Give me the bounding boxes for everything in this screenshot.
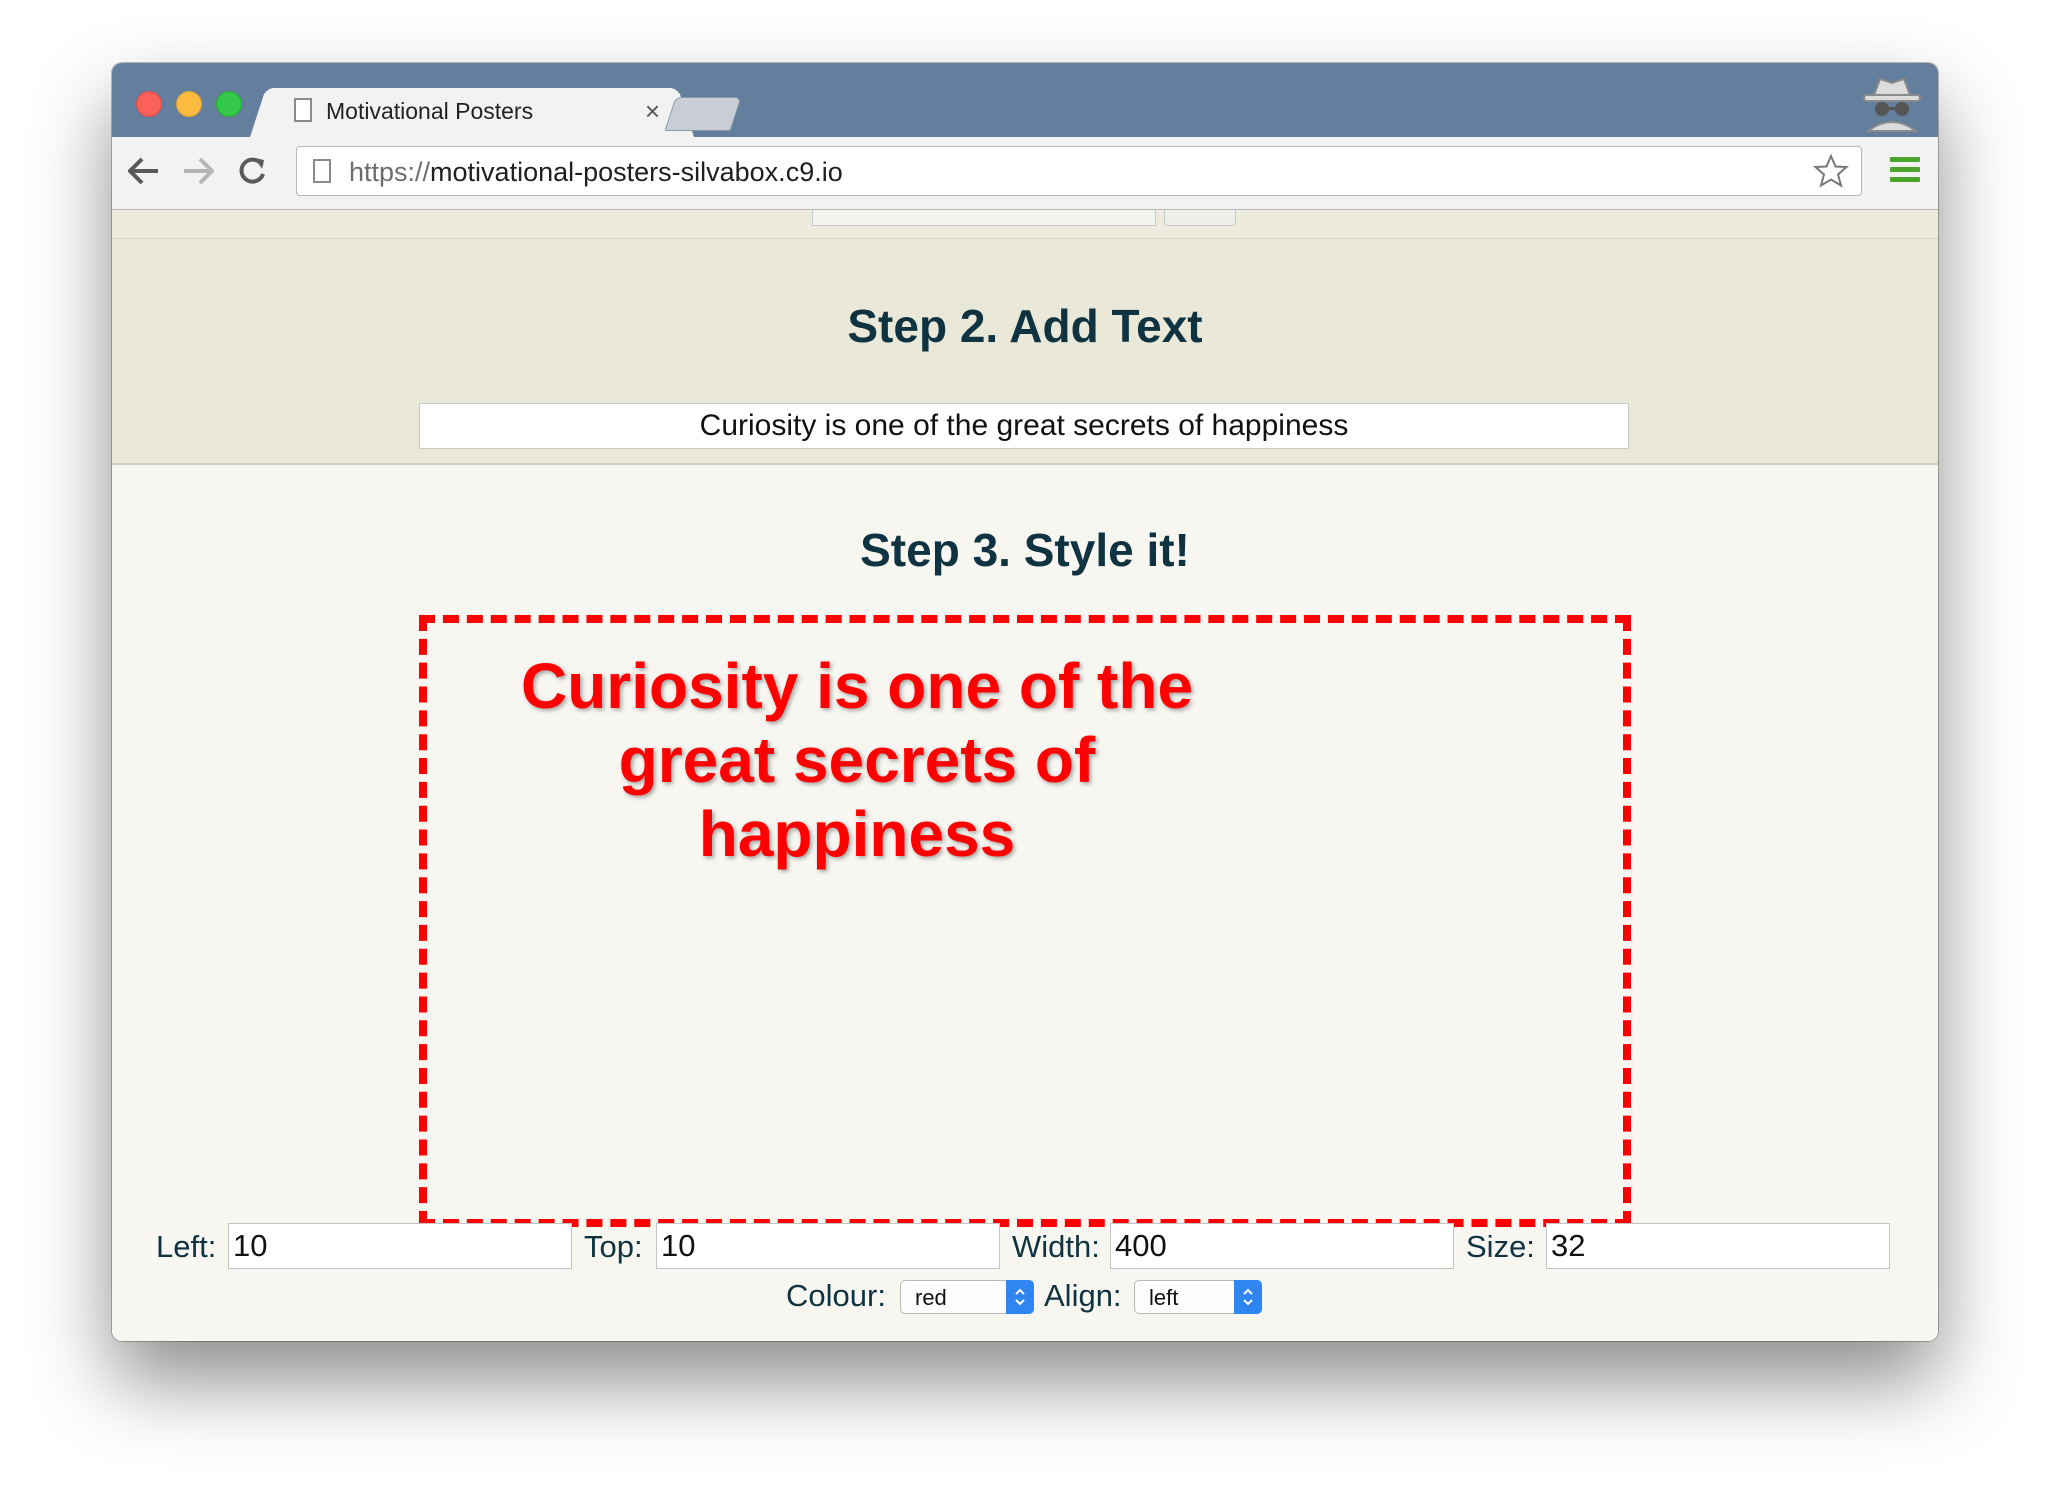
incognito-icon bbox=[1863, 77, 1921, 132]
tab-title: Motivational Posters bbox=[326, 98, 534, 124]
position-controls: Left: Top: Width: Size: bbox=[112, 1223, 1938, 1273]
maximize-window-button[interactable] bbox=[216, 91, 242, 117]
step2-heading: Step 2. Add Text bbox=[847, 300, 1203, 352]
select-arrows-icon bbox=[1006, 1280, 1034, 1314]
poster-text[interactable]: Curiosity is one of the great secrets of… bbox=[507, 649, 1207, 871]
page-icon bbox=[294, 98, 312, 122]
url-host: motivational-posters-silvabox.c9.io bbox=[430, 157, 843, 187]
page-content: Step 2. Add Text Step 3. Style it! Curio… bbox=[112, 210, 1938, 1341]
poster-preview: Curiosity is one of the great secrets of… bbox=[419, 615, 1631, 1227]
back-button[interactable] bbox=[124, 151, 164, 191]
title-bar: Motivational Posters × bbox=[112, 63, 1938, 137]
poster-text-input[interactable] bbox=[419, 403, 1629, 449]
size-input[interactable] bbox=[1546, 1223, 1890, 1269]
align-label: Align: bbox=[1044, 1278, 1122, 1313]
browser-window: Motivational Posters × https://motivatio… bbox=[112, 63, 1938, 1341]
step3-heading: Step 3. Style it! bbox=[860, 524, 1190, 576]
close-window-button[interactable] bbox=[136, 91, 162, 117]
top-input[interactable] bbox=[656, 1223, 1000, 1269]
colour-select[interactable]: red bbox=[900, 1280, 1034, 1314]
size-label: Size: bbox=[1466, 1229, 1535, 1264]
style-controls: Colour: red Align: left bbox=[112, 1276, 1938, 1316]
align-select[interactable]: left bbox=[1134, 1280, 1262, 1314]
width-label: Width: bbox=[1012, 1229, 1100, 1264]
width-input[interactable] bbox=[1110, 1223, 1454, 1269]
step1-section bbox=[112, 210, 1938, 239]
reload-button[interactable] bbox=[232, 151, 272, 191]
forward-arrow-icon bbox=[184, 157, 214, 185]
colour-label: Colour: bbox=[786, 1278, 886, 1313]
select-arrows-icon bbox=[1234, 1280, 1262, 1314]
bookmark-star-icon[interactable] bbox=[1813, 153, 1849, 189]
image-submit-button[interactable] bbox=[1164, 210, 1236, 226]
left-label: Left: bbox=[156, 1229, 217, 1264]
left-input[interactable] bbox=[228, 1223, 572, 1269]
forward-button[interactable] bbox=[178, 151, 218, 191]
tab-close-icon[interactable]: × bbox=[645, 96, 660, 127]
new-tab-button[interactable] bbox=[664, 97, 742, 131]
top-label: Top: bbox=[584, 1229, 643, 1264]
browser-toolbar: https://motivational-posters-silvabox.c9… bbox=[112, 137, 1938, 210]
step3-section: Step 3. Style it! Curiosity is one of th… bbox=[112, 465, 1938, 1341]
address-bar[interactable]: https://motivational-posters-silvabox.c9… bbox=[296, 146, 1862, 196]
url-scheme: https:// bbox=[349, 157, 431, 187]
browser-tab[interactable]: Motivational Posters × bbox=[272, 88, 672, 137]
back-arrow-icon bbox=[128, 157, 158, 185]
reload-icon bbox=[239, 157, 265, 184]
align-select-value: left bbox=[1149, 1285, 1179, 1310]
step2-section: Step 2. Add Text bbox=[112, 239, 1938, 465]
chrome-menu-icon[interactable] bbox=[1890, 157, 1920, 185]
url-text: https://motivational-posters-silvabox.c9… bbox=[349, 157, 843, 188]
minimize-window-button[interactable] bbox=[176, 91, 202, 117]
image-url-input[interactable] bbox=[812, 210, 1156, 226]
page-icon bbox=[313, 159, 331, 183]
colour-select-value: red bbox=[915, 1285, 947, 1310]
